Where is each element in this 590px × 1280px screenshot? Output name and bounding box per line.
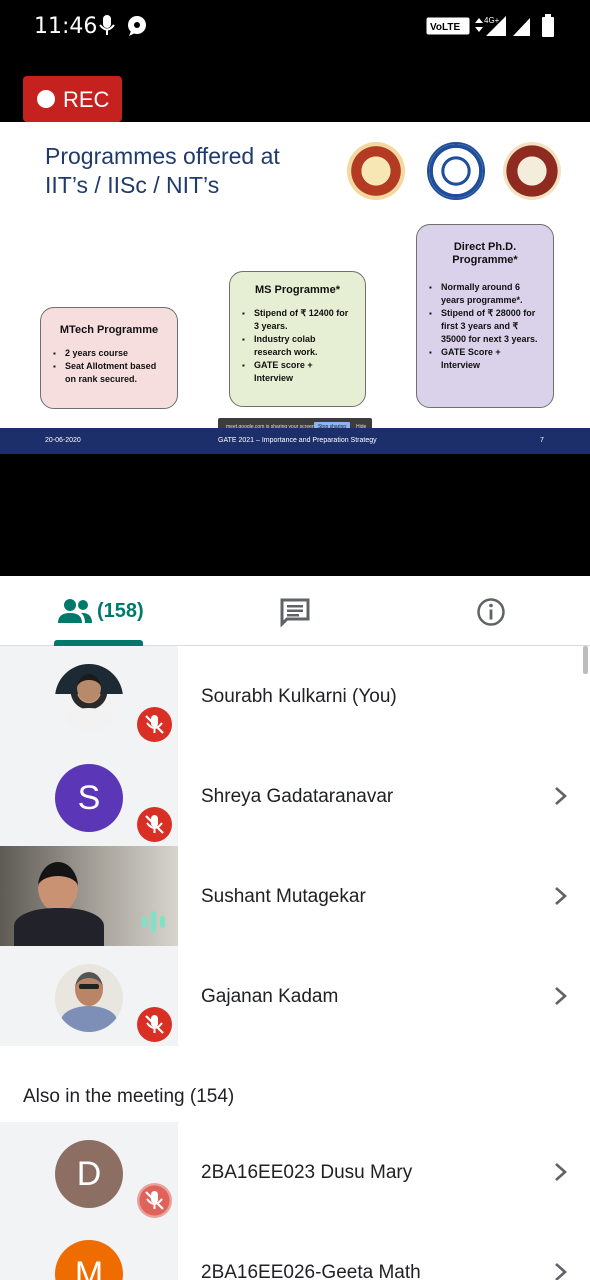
slide-footer-title: GATE 2021 – Importance and Preparation S… [218,437,377,444]
mtech-bullets: 2 years course Seat Allotment based on r… [53,347,165,386]
glasses [79,984,99,989]
participant-tile: M [0,1222,178,1280]
mic-muted-icon [137,1007,172,1042]
meet-screen: 11:46 VoLTE 4G+ REC Programmes offered a… [0,0,590,1280]
participant-row[interactable]: Sushant Mutagekar [0,846,590,948]
participant-name: 2BA16EE026-Geeta Math [201,1262,421,1280]
data-arrows-icon [474,14,484,41]
participant-tile [0,946,178,1046]
participant-row[interactable]: Gajanan Kadam [0,946,590,1046]
speaking-indicator-icon [140,908,168,939]
avatar: S [55,764,123,832]
tab-people[interactable]: (158) [0,576,196,646]
phd-bullet: GATE Score + Interview [429,346,541,372]
participant-name: Sourabh Kulkarni (You) [201,686,397,707]
tab-chat[interactable] [196,576,394,646]
volte-badge: VoLTE [426,17,470,40]
side-panel-tabs: (158) [0,576,590,646]
avatar: M [55,1240,123,1280]
tab-info[interactable] [394,576,590,646]
recording-label: REC [63,87,110,112]
ms-bullet: Stipend of ₹ 12400 for 3 years. [242,307,353,333]
slide-title: Programmes offered at IIT’s / IISc / NIT… [45,142,280,200]
people-icon [57,598,93,629]
status-time: 11:46 [34,14,98,39]
chevron-right-icon[interactable] [553,885,569,912]
video-body [14,908,104,948]
battery-icon [541,14,555,43]
mic-muted-icon [137,707,172,742]
svg-text:VoLTE: VoLTE [430,22,461,33]
ms-bullet: GATE score + Interview [242,359,353,385]
svg-text:4G+: 4G+ [484,16,500,25]
ms-programme-box: MS Programme* Stipend of ₹ 12400 for 3 y… [229,271,366,407]
chevron-right-icon[interactable] [553,1261,569,1280]
shirt [61,1006,117,1032]
face [75,972,103,1006]
phd-programme-box: Direct Ph.D. Programme* Normally around … [416,224,554,408]
recording-badge: REC [23,76,122,122]
participants-list[interactable]: Sourabh Kulkarni (You) S Shreya Gadatara… [0,646,590,1280]
participant-tile: S [0,746,178,846]
avatar: D [55,1140,123,1208]
face [77,674,101,702]
participant-name: 2BA16EE023 Dusu Mary [201,1162,413,1183]
participant-tile: D [0,1122,178,1222]
phd-bullets: Normally around 6 years programme*. Stip… [429,281,541,372]
signal-icon-2 [512,14,532,43]
participant-count: (158) [97,600,144,622]
ms-heading: MS Programme* [255,284,340,296]
mic-muted-icon [137,807,172,842]
participant-row[interactable]: S Shreya Gadataranavar [0,746,590,846]
slide-footer: 20-06-2020 GATE 2021 – Importance and Pr… [0,428,590,454]
shirt [63,708,115,732]
mic-status-icon [98,14,116,43]
participant-name: Gajanan Kadam [201,986,339,1007]
mic-muted-icon [137,1183,172,1218]
slide-title-line-1: Programmes offered at [45,143,280,169]
participant-tile [0,646,178,746]
avatar [55,964,123,1032]
also-in-meeting-title: Also in the meeting (154) [23,1086,235,1107]
slide-footer-date: 20-06-2020 [45,437,81,444]
status-bar: 11:46 VoLTE 4G+ [0,0,590,54]
participant-row[interactable]: D 2BA16EE023 Dusu Mary [0,1122,590,1222]
iisc-logo [427,142,485,200]
participant-name: Sushant Mutagekar [201,886,366,907]
slide-title-line-2: IIT’s / IISc / NIT’s [45,172,220,198]
video-background [0,454,590,576]
participant-name: Shreya Gadataranavar [201,786,394,807]
nit-logo [503,142,561,200]
participant-row[interactable]: M 2BA16EE026-Geeta Math [0,1222,590,1280]
phd-bullet: Stipend of ₹ 28000 for first 3 years and… [429,307,541,346]
chat-status-icon [126,14,148,43]
info-icon [476,597,506,632]
record-dot-icon [37,90,55,108]
iit-madras-logo [347,142,405,200]
phd-heading: Direct Ph.D. Programme* [452,241,518,266]
participant-row[interactable]: Sourabh Kulkarni (You) [0,646,590,746]
video-face [38,862,78,912]
mtech-programme-box: MTech Programme 2 years course Seat Allo… [40,307,178,409]
mtech-bullet: 2 years course [53,347,165,360]
chat-icon [279,597,311,632]
chevron-right-icon[interactable] [553,985,569,1012]
mtech-heading: MTech Programme [59,324,159,336]
signal-icon: 4G+ [484,14,510,43]
slide-page-number: 7 [540,437,544,444]
chevron-right-icon[interactable] [553,785,569,812]
presentation-slide[interactable]: Programmes offered at IIT’s / IISc / NIT… [0,122,590,454]
participant-video-tile [0,846,178,948]
ms-bullet: Industry colab research work. [242,333,353,359]
phd-bullet: Normally around 6 years programme*. [429,281,541,307]
chevron-right-icon[interactable] [553,1161,569,1188]
mtech-bullet: Seat Allotment based on rank secured. [53,360,165,386]
ms-bullets: Stipend of ₹ 12400 for 3 years. Industry… [242,307,353,385]
avatar [55,664,123,732]
